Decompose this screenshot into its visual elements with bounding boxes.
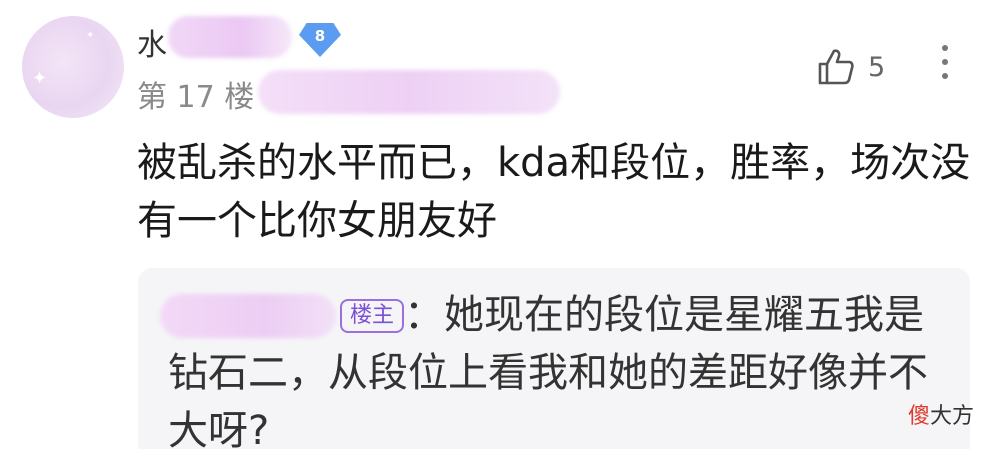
watermark-char: 傻 [908, 404, 931, 429]
avatar[interactable]: ✦ ✦ [22, 16, 124, 118]
thumbs-up-icon [818, 49, 854, 85]
username-initial[interactable]: 水 [137, 20, 167, 64]
like-count: 5 [868, 51, 886, 83]
quoted-reply[interactable]: 楼主 ：她现在的段位是星耀五我是钻石二，从段位上看我和她的差距好像并不大呀? [138, 268, 970, 449]
op-badge: 楼主 [340, 299, 405, 333]
more-button[interactable] [930, 42, 960, 82]
floor-number: 第 17 楼 [137, 80, 255, 115]
sparkle-icon: ✦ [32, 68, 48, 89]
quote-text: 她现在的段位是星耀五我是钻石二，从段位上看我和她的差距好像并不大呀? [168, 292, 928, 449]
like-button[interactable]: 5 [816, 44, 885, 90]
level-number: 8 [314, 27, 326, 45]
watermark: 傻大方 [908, 398, 974, 430]
quote-body: 楼主 ：她现在的段位是星耀五我是钻石二，从段位上看我和她的差距好像并不大呀? [168, 286, 948, 449]
more-vertical-icon [942, 45, 948, 79]
comment-post: ✦ ✦ 水 8 第 17 楼 5 被乱杀的水平而已，kda和段位，胜率，场次没有… [0, 0, 1000, 449]
quote-separator: ： [404, 292, 445, 338]
comment-content: 被乱杀的水平而已，kda和段位，胜率，场次没有一个比你女朋友好 [137, 140, 971, 244]
username-redacted [168, 16, 292, 58]
level-badge: 8 [299, 23, 341, 57]
watermark-text: 大方 [930, 404, 975, 429]
sparkle-icon: ✦ [86, 30, 95, 41]
meta-redacted [258, 70, 560, 114]
